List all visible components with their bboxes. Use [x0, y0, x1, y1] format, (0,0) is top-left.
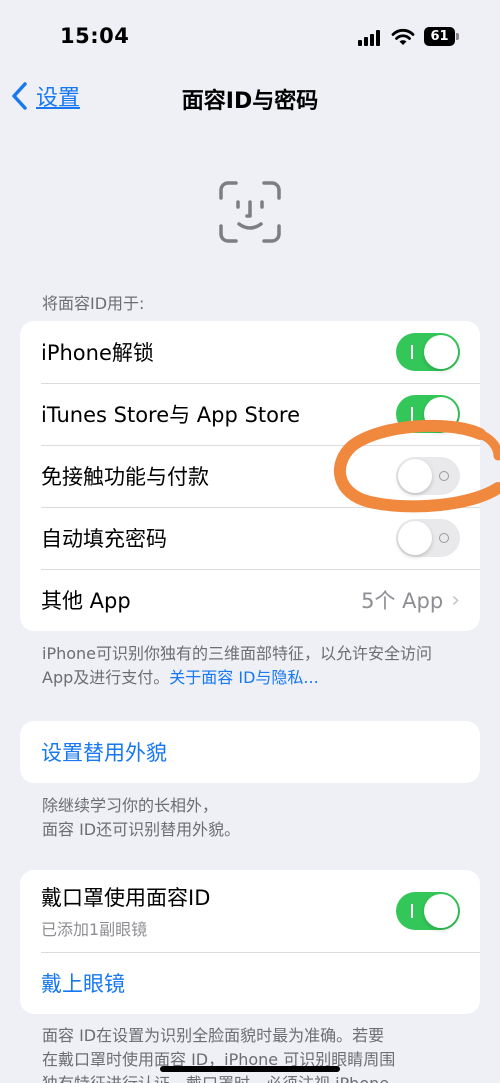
- add-glasses-row[interactable]: 戴上眼镜: [20, 952, 480, 1014]
- face-id-icon: [219, 181, 281, 243]
- section2-footer: 除继续学习你的长相外， 面容 ID还可识别替用外貌。: [42, 794, 462, 842]
- footer-line: 面容 ID在设置为识别全脸面貌时最为准确。若要: [42, 1026, 385, 1045]
- footer-line: 独有特征进行认证。戴口罩时，必须注视 iPhone: [42, 1072, 462, 1083]
- mask-card: 戴口罩使用面容ID 已添加1副眼镜 戴上眼镜: [20, 870, 480, 1014]
- other-apps-count: 5个 App: [361, 589, 444, 613]
- face-id-with-mask-toggle[interactable]: [396, 892, 460, 930]
- glasses-added-subtitle: 已添加1副眼镜: [41, 920, 148, 939]
- face-id-with-mask-label: 戴口罩使用面容ID: [41, 886, 211, 910]
- battery-level: 61: [424, 27, 455, 46]
- status-bar: 15:04 61: [0, 0, 500, 70]
- nav-bar: 设置 面容ID与密码: [0, 70, 500, 124]
- alternate-appearance-card: 设置替用外貌: [20, 721, 480, 783]
- itunes-app-store-row: iTunes Store与 App Store: [20, 383, 480, 445]
- chevron-right-icon: ›: [451, 587, 460, 613]
- contactless-payment-toggle[interactable]: [396, 457, 460, 495]
- iphone-unlock-row: iPhone解锁: [20, 321, 480, 383]
- footer-line: 面容 ID还可识别替用外貌。: [42, 820, 241, 839]
- itunes-app-store-toggle[interactable]: [396, 395, 460, 433]
- cellular-signal-icon: [358, 30, 384, 46]
- footer-line: 除继续学习你的长相外，: [42, 796, 219, 815]
- row-label: 免接触功能与付款: [41, 465, 209, 489]
- password-autofill-row: 自动填充密码: [20, 507, 480, 569]
- add-glasses-label: 戴上眼镜: [41, 972, 125, 996]
- row-label: 其他 App: [41, 589, 131, 613]
- wifi-icon: [391, 28, 415, 45]
- battery-icon: 61: [424, 27, 459, 46]
- password-autofill-toggle[interactable]: [396, 519, 460, 557]
- iphone-unlock-toggle[interactable]: [396, 333, 460, 371]
- section-header-use-face-id: 将面容ID用于:: [42, 294, 145, 313]
- row-label: iPhone解锁: [41, 341, 154, 365]
- set-alternate-appearance-label: 设置替用外貌: [41, 741, 167, 765]
- section3-footer: 面容 ID在设置为识别全脸面貌时最为准确。若要 在戴口罩时使用面容 ID，iPh…: [42, 1024, 462, 1083]
- page-title: 面容ID与密码: [181, 89, 319, 114]
- other-apps-row[interactable]: 其他 App 5个 App ›: [20, 569, 480, 631]
- row-label: 自动填充密码: [41, 527, 167, 551]
- privacy-link[interactable]: 关于面容 ID与隐私...: [169, 668, 318, 687]
- contactless-payment-row: 免接触功能与付款: [20, 445, 480, 507]
- set-alternate-appearance-row[interactable]: 设置替用外貌: [20, 721, 480, 783]
- row-label: iTunes Store与 App Store: [41, 403, 301, 427]
- home-indicator: [160, 1066, 340, 1072]
- face-id-with-mask-row: 戴口罩使用面容ID 已添加1副眼镜: [20, 870, 480, 952]
- face-id-usage-card: iPhone解锁 iTunes Store与 App Store 免接触功能与付…: [20, 321, 480, 631]
- section1-footer: iPhone可识别你独有的三维面部特征，以允许安全访问 App及进行支付。关于面…: [42, 642, 462, 690]
- status-time: 15:04: [60, 24, 130, 48]
